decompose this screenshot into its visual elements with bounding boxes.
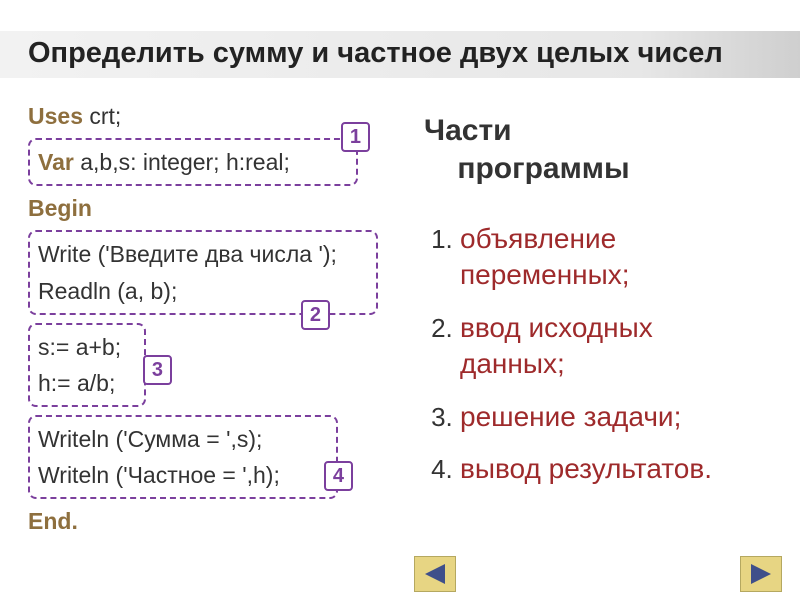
tag-1: 1	[341, 122, 370, 152]
keyword-end: End.	[28, 508, 78, 534]
triangle-right-icon	[747, 562, 775, 586]
code-writeln-sum: Writeln ('Сумма = ',s);	[38, 421, 328, 457]
slide-title: Определить сумму и частное двух целых чи…	[0, 31, 800, 78]
box-calc: s:= a+b; h:= a/b; 3	[28, 323, 146, 407]
tag-2: 2	[301, 300, 330, 330]
code-var-text: a,b,s: integer; h:real;	[74, 149, 290, 175]
keyword-var: Var	[38, 149, 74, 175]
tag-3: 3	[143, 355, 172, 385]
heading-line-1: Части	[424, 114, 512, 147]
box-output: Writeln ('Сумма = ',s); Writeln ('Частно…	[28, 415, 338, 499]
keyword-begin: Begin	[28, 195, 92, 221]
program-parts-heading: Части программы	[424, 112, 764, 187]
box-var-declaration: Var a,b,s: integer; h:real; 1	[28, 138, 358, 186]
box-input: Write ('Введите два числа '); Readln (a,…	[28, 230, 378, 314]
list-item: объявление переменных;	[460, 221, 764, 294]
code-block: Uses crt; Var a,b,s: integer; h:real; 1 …	[28, 96, 400, 541]
code-writeln-quot: Writeln ('Частное = ',h);	[38, 457, 328, 493]
code-calc-sum: s:= a+b;	[38, 329, 136, 365]
code-uses-text: crt;	[83, 103, 121, 129]
list-item: решение задачи;	[460, 399, 764, 435]
triangle-left-icon	[421, 562, 449, 586]
keyword-uses: Uses	[28, 103, 83, 129]
tag-4: 4	[324, 461, 353, 491]
code-calc-div: h:= a/b;	[38, 365, 136, 401]
list-item: вывод результатов.	[460, 451, 764, 487]
code-write-prompt: Write ('Введите два числа ');	[38, 236, 368, 272]
heading-line-2: программы	[457, 152, 629, 185]
next-button[interactable]	[740, 556, 782, 592]
slide: Определить сумму и частное двух целых чи…	[0, 0, 800, 600]
code-begin: Begin	[28, 188, 400, 228]
prev-button[interactable]	[414, 556, 456, 592]
list-item: ввод исходных данных;	[460, 310, 764, 383]
code-var-line: Var a,b,s: integer; h:real;	[38, 144, 348, 180]
program-parts-list: объявление переменных; ввод исходных дан…	[424, 221, 764, 487]
program-parts-panel: Части программы объявление переменных; в…	[424, 112, 764, 515]
code-end: End.	[28, 501, 400, 541]
